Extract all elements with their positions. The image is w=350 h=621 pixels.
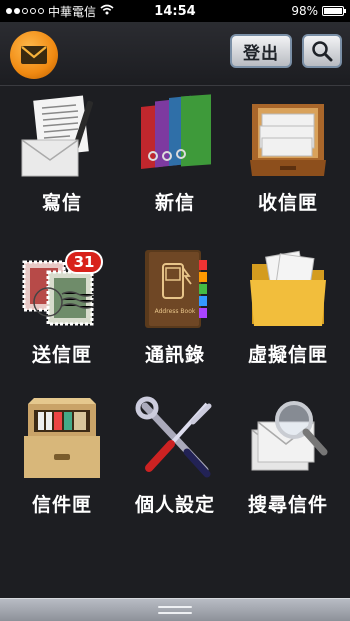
battery-icon xyxy=(322,6,346,16)
menu-item-search-mail[interactable]: 搜尋信件 xyxy=(230,390,346,540)
app-header: 登出 xyxy=(0,22,350,86)
menu-label: 通訊錄 xyxy=(144,344,205,366)
menu-label: 個人設定 xyxy=(134,494,215,516)
menu-label: 寫信 xyxy=(41,192,82,214)
menu-item-virtual-box[interactable]: 虛擬信匣 xyxy=(230,240,346,390)
status-bar: 中華電信 14:54 98% xyxy=(0,0,350,22)
bottom-toolbar[interactable] xyxy=(0,598,350,621)
filing-drawer-icon xyxy=(17,394,107,484)
write-letter-icon xyxy=(17,92,107,182)
drag-handle-icon[interactable] xyxy=(158,606,192,614)
menu-item-contacts[interactable]: Address Book 通訊錄 xyxy=(117,240,233,390)
logout-button[interactable]: 登出 xyxy=(230,34,292,68)
menu-item-compose[interactable]: 寫信 xyxy=(4,88,120,238)
battery-percent: 98% xyxy=(291,4,318,18)
carrier-name: 中華電信 xyxy=(48,4,97,19)
sent-stamps-icon: 31 xyxy=(17,244,107,334)
magnifier-icon xyxy=(312,41,333,62)
wifi-icon xyxy=(100,4,114,18)
unread-count-badge: 31 xyxy=(65,250,103,274)
menu-item-outbox[interactable]: 31 送信匣 xyxy=(4,240,120,390)
menu-item-inbox[interactable]: 收信匣 xyxy=(230,88,346,238)
new-mail-folders-icon xyxy=(130,92,220,182)
address-book-text: Address Book xyxy=(154,308,196,315)
address-book-icon: Address Book xyxy=(130,244,220,334)
inbox-tray-icon xyxy=(243,92,333,182)
menu-item-settings[interactable]: 個人設定 xyxy=(117,390,233,540)
settings-tools-icon xyxy=(130,394,220,484)
menu-label: 信件匣 xyxy=(31,494,92,516)
menu-label: 送信匣 xyxy=(31,344,92,366)
menu-label: 虛擬信匣 xyxy=(247,344,328,366)
menu-label: 收信匣 xyxy=(257,192,318,214)
menu-label: 搜尋信件 xyxy=(247,494,328,516)
menu-label: 新信 xyxy=(154,192,195,214)
signal-strength-icon xyxy=(6,8,44,14)
search-button[interactable] xyxy=(302,34,342,68)
menu-item-new-mail[interactable]: 新信 xyxy=(117,88,233,238)
search-mail-icon xyxy=(243,394,333,484)
virtual-folder-icon xyxy=(243,244,333,334)
app-logo-icon xyxy=(10,31,58,79)
menu-item-folders[interactable]: 信件匣 xyxy=(4,390,120,540)
